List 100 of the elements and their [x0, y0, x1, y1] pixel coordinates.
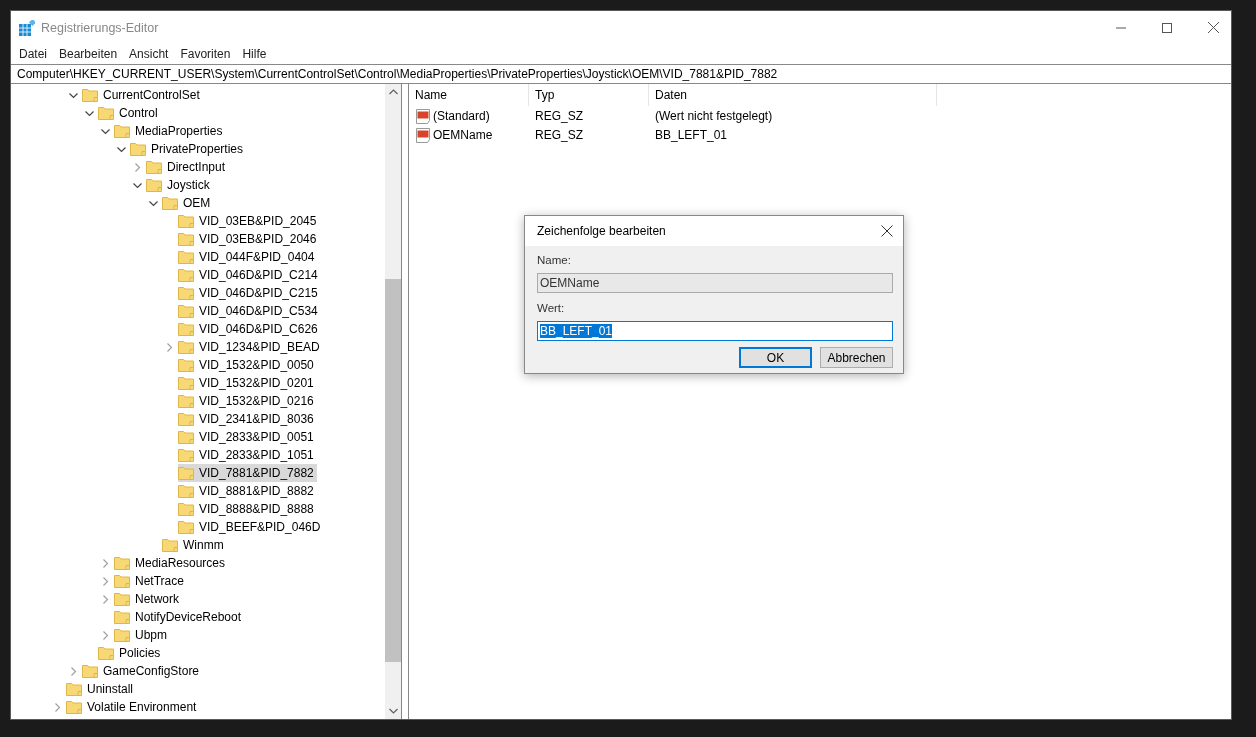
tree-item[interactable]: VID_BEEF&PID_046D [178, 518, 324, 536]
scroll-down-icon[interactable] [388, 708, 398, 714]
folder-icon [82, 664, 98, 678]
tree-item[interactable]: OEM [162, 194, 214, 212]
tree-item[interactable]: Network [114, 590, 182, 608]
dialog-title: Zeichenfolge bearbeiten [537, 224, 666, 238]
registry-cubes-icon [19, 19, 35, 36]
folder-icon [130, 142, 146, 156]
folder-icon [178, 430, 194, 444]
folder-icon [146, 160, 162, 174]
folder-icon [178, 268, 194, 282]
maximize-icon[interactable] [1162, 22, 1172, 33]
tree-item[interactable]: VID_1532&PID_0201 [178, 374, 317, 392]
menu-item[interactable]: Favoriten [174, 46, 237, 61]
ok-button[interactable]: OK [739, 347, 812, 368]
chevron-icon[interactable] [100, 126, 110, 136]
tree-item[interactable]: VID_2341&PID_8036 [178, 410, 317, 428]
tree-item[interactable]: VID_1532&PID_0050 [178, 356, 317, 374]
tree-item[interactable]: VID_046D&PID_C214 [178, 266, 321, 284]
cancel-button[interactable]: Abbrechen [820, 347, 893, 368]
folder-icon [178, 484, 194, 498]
tree-item[interactable]: Policies [98, 644, 164, 662]
folder-icon [178, 232, 194, 246]
chevron-icon[interactable] [84, 108, 94, 118]
string-value-icon [415, 108, 431, 124]
menu-item[interactable]: Datei [13, 46, 53, 61]
folder-icon [178, 340, 194, 354]
folder-icon [114, 610, 130, 624]
folder-icon [178, 466, 194, 480]
value-name[interactable]: (Standard) [433, 109, 490, 123]
value-type: REG_SZ [534, 109, 584, 123]
folder-icon [66, 700, 82, 714]
scrollbar[interactable] [385, 84, 401, 719]
folder-icon [178, 448, 194, 462]
tree-item[interactable]: NotifyDeviceReboot [114, 608, 245, 626]
folder-icon [114, 556, 130, 570]
tree-item[interactable]: MediaProperties [114, 122, 226, 140]
value-data: BB_LEFT_01 [654, 128, 729, 142]
tree-item[interactable]: Winmm [162, 536, 227, 554]
tree-item[interactable]: Volatile Environment [66, 698, 200, 716]
string-value-icon [415, 127, 431, 143]
folder-icon [98, 646, 114, 660]
scrollbar-thumb[interactable] [385, 279, 401, 662]
tree-item[interactable]: VID_1532&PID_0216 [178, 392, 317, 410]
tree-item[interactable]: GameConfigStore [82, 662, 203, 680]
tree-item[interactable]: VID_044F&PID_0404 [178, 248, 318, 266]
tree-item[interactable]: VID_1234&PID_BEAD [178, 338, 323, 356]
chevron-icon[interactable] [132, 180, 142, 190]
folder-icon [178, 502, 194, 516]
tree-item[interactable]: VID_046D&PID_C215 [178, 284, 321, 302]
tree-item[interactable]: VID_03EB&PID_2045 [178, 212, 320, 230]
tree-item[interactable]: VID_2833&PID_1051 [178, 446, 317, 464]
field-label: Name: [537, 254, 572, 268]
column-header[interactable]: Daten [649, 84, 937, 106]
close-icon[interactable] [881, 225, 893, 237]
tree-item[interactable]: VID_8888&PID_8888 [178, 500, 317, 518]
folder-icon [178, 394, 194, 408]
tree-item[interactable]: PrivateProperties [130, 140, 247, 158]
folder-icon [162, 196, 178, 210]
window-title: Registrierungs-Editor [41, 20, 159, 35]
value-data: (Wert nicht festgelegt) [654, 109, 774, 123]
tree-item[interactable]: Control [98, 104, 161, 122]
chevron-icon[interactable] [116, 144, 126, 154]
folder-icon [178, 214, 194, 228]
folder-icon [178, 286, 194, 300]
folder-icon [178, 376, 194, 390]
tree-item[interactable]: VID_8881&PID_8882 [178, 482, 317, 500]
value-field[interactable]: BB_LEFT_01 [537, 321, 893, 341]
tree-item[interactable]: MediaResources [114, 554, 229, 572]
scroll-up-icon[interactable] [388, 89, 398, 95]
folder-icon [114, 124, 130, 138]
close-icon[interactable] [1208, 22, 1219, 33]
folder-icon [146, 178, 162, 192]
chevron-icon[interactable] [68, 90, 78, 100]
tree-item[interactable]: VID_7881&PID_7882 [178, 464, 317, 482]
tree-item[interactable]: VID_046D&PID_C534 [178, 302, 321, 320]
menu-item[interactable]: Bearbeiten [53, 46, 124, 61]
tree-item[interactable]: Joystick [146, 176, 213, 194]
folder-icon [178, 412, 194, 426]
tree-item[interactable]: VID_03EB&PID_2046 [178, 230, 320, 248]
column-header[interactable]: Name [409, 84, 529, 106]
tree-item[interactable]: DirectInput [146, 158, 229, 176]
menu-item[interactable]: Ansicht [123, 46, 175, 61]
tree-item[interactable]: VID_2833&PID_0051 [178, 428, 317, 446]
tree-item[interactable]: CurrentControlSet [82, 86, 203, 104]
folder-icon [82, 88, 98, 102]
tree-item[interactable]: NetTrace [114, 572, 187, 590]
value-name[interactable]: OEMName [433, 128, 493, 142]
chevron-icon[interactable] [148, 198, 158, 208]
menu-item[interactable]: Hilfe [236, 46, 273, 61]
folder-icon [162, 538, 178, 552]
tree-item[interactable]: Ubpm [114, 626, 170, 644]
address-bar[interactable]: Computer\HKEY_CURRENT_USER\System\CurrentControlSet\Control\MediaProperties\PrivateProperties\Joystick\OEM\VID_7881&PID_7882 [11, 64, 1231, 84]
folder-icon [114, 628, 130, 642]
tree-item[interactable]: VID_046D&PID_C626 [178, 320, 321, 338]
folder-icon [98, 106, 114, 120]
tree-item[interactable]: Uninstall [66, 680, 137, 698]
folder-icon [178, 322, 194, 336]
column-header[interactable]: Typ [529, 84, 649, 106]
folder-icon [178, 250, 194, 264]
